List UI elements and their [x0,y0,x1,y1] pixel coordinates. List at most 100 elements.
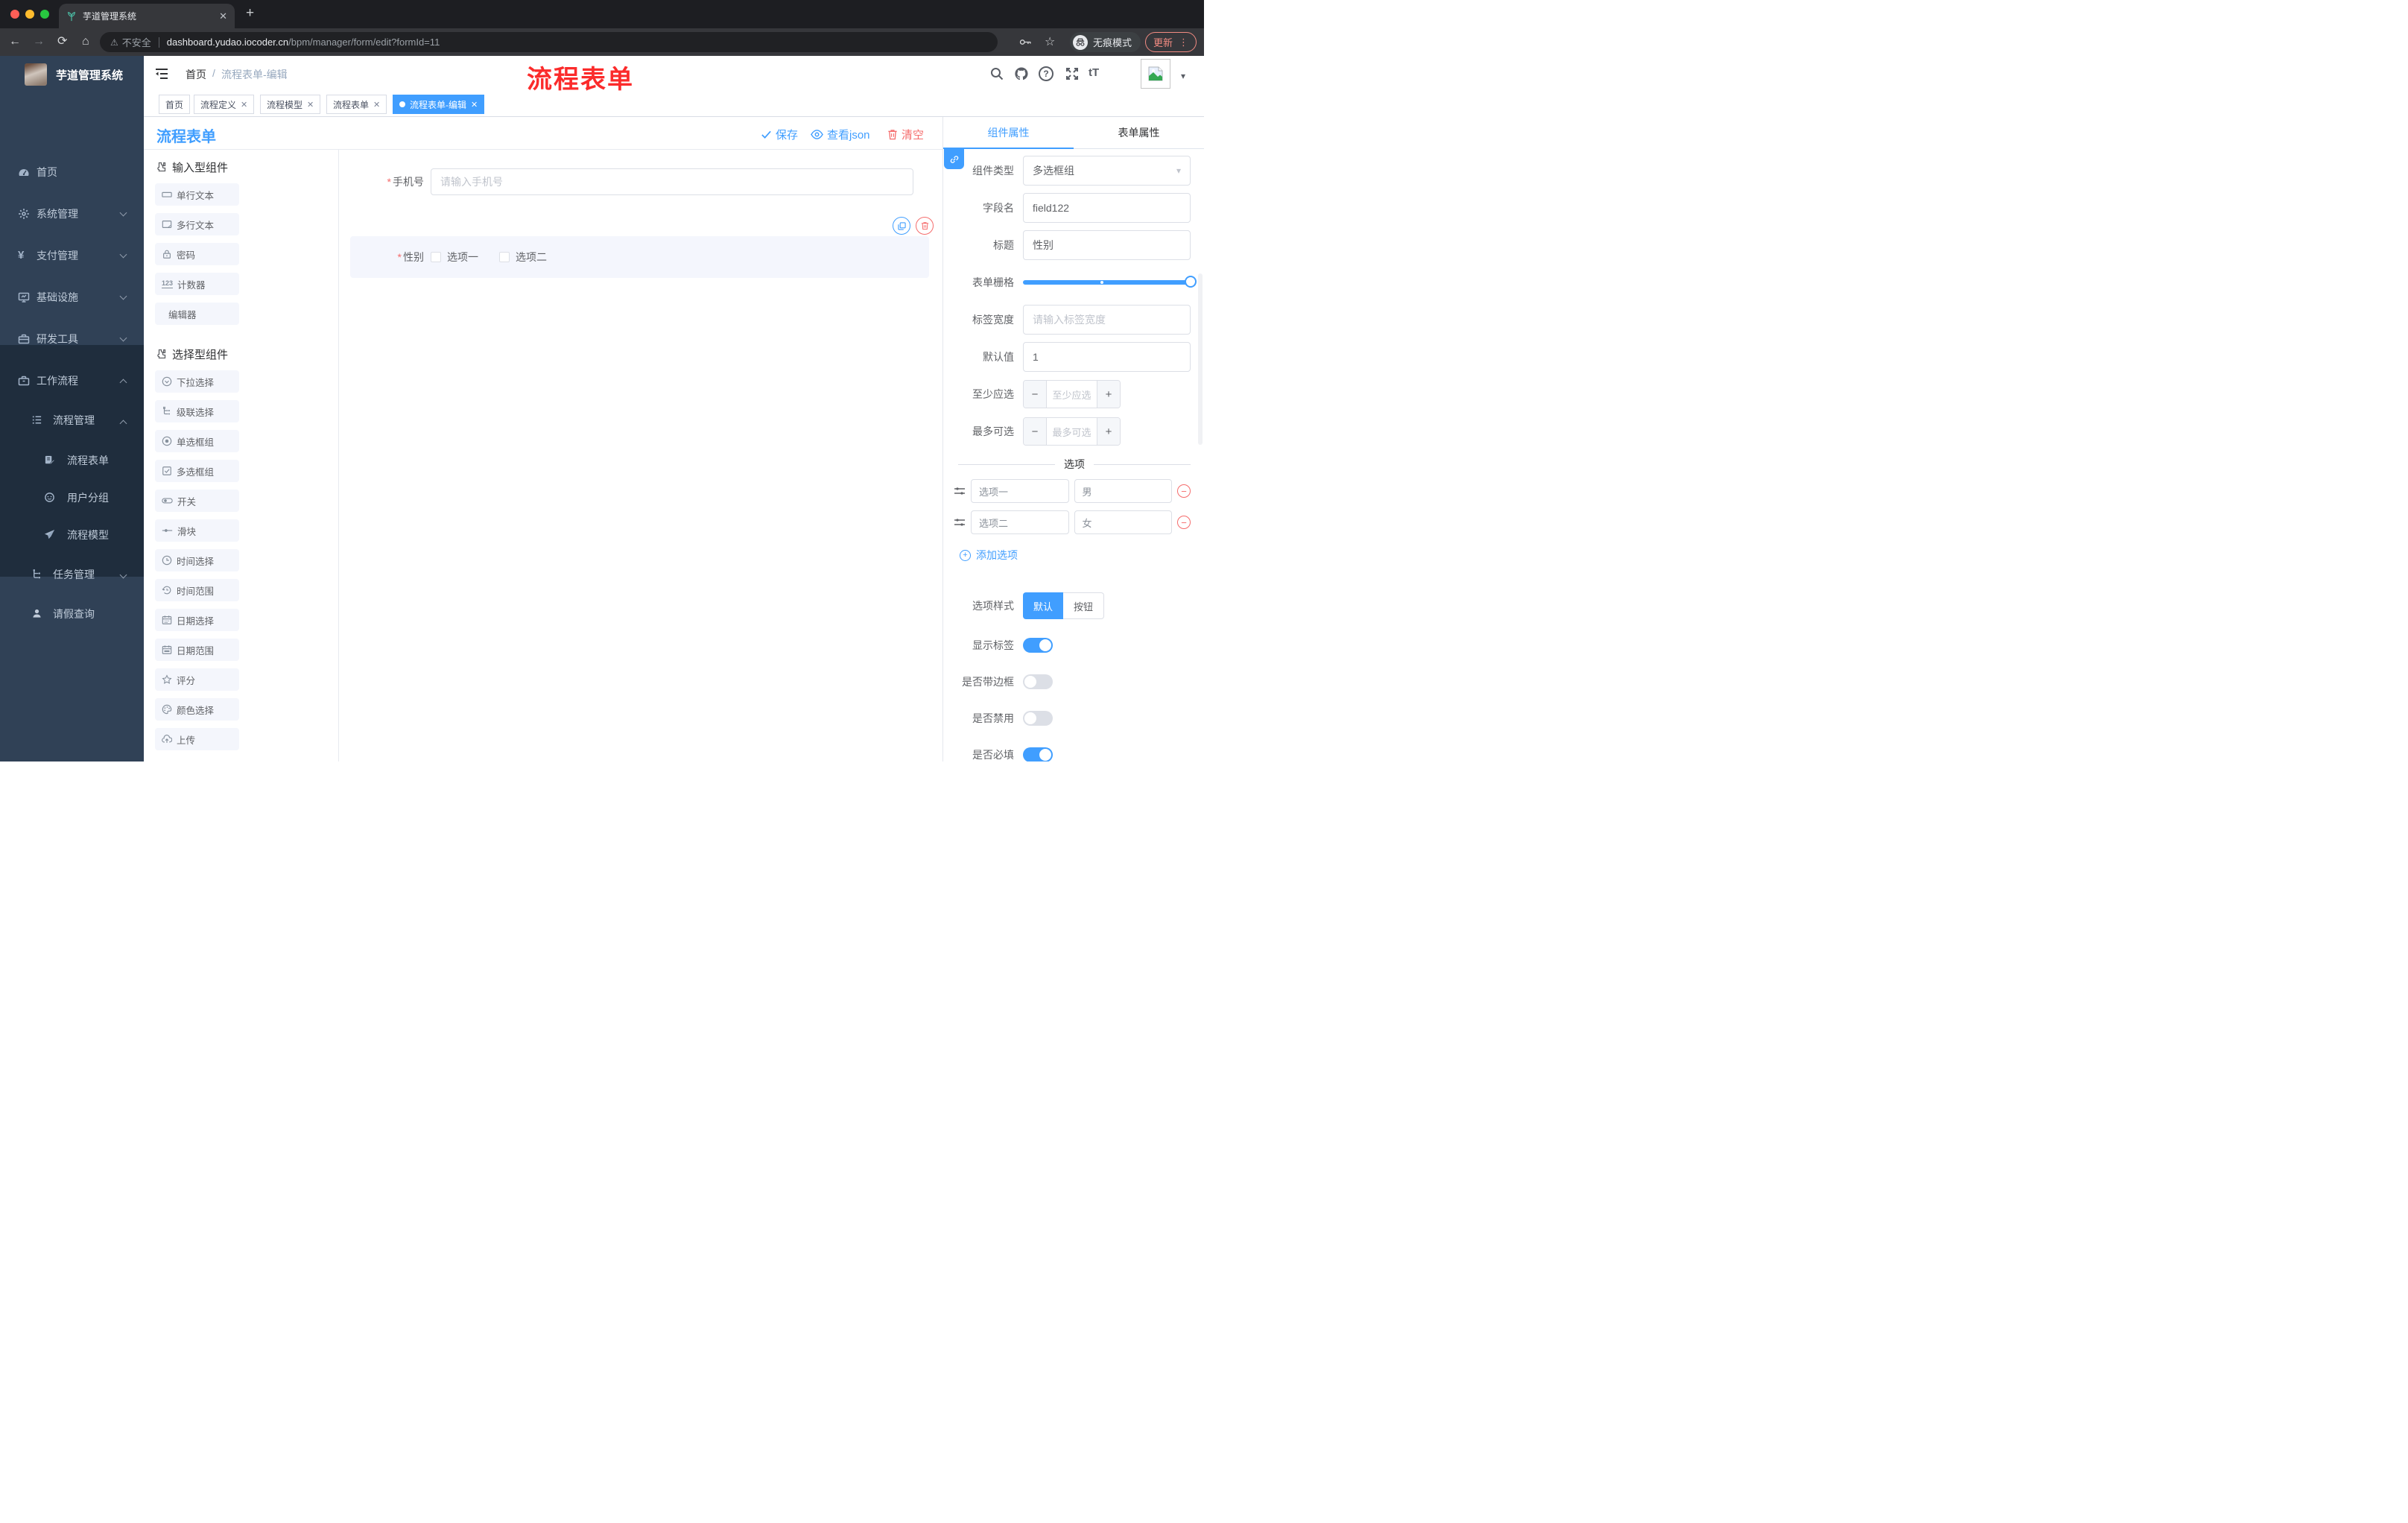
tag-process-form-edit[interactable]: 流程表单-编辑 ✕ [393,95,485,114]
avatar[interactable] [1141,59,1170,89]
sidebar-item-home[interactable]: 首页 [0,152,144,192]
sidebar-item-devtools[interactable]: 研发工具 [0,319,144,359]
github-icon[interactable] [1014,66,1029,81]
option-label-input[interactable]: 选项二 [971,510,1069,534]
show-label-switch[interactable] [1023,638,1053,653]
app-logo[interactable]: 芋道管理系统 [0,56,144,93]
tag-process-form[interactable]: 流程表单 ✕ [326,95,387,114]
add-option-button[interactable]: + 添加选项 [960,548,1191,563]
fullscreen-icon[interactable] [1065,66,1080,81]
option-label-input[interactable]: 选项一 [971,479,1069,503]
phone-field[interactable]: * 手机号 请输入手机号 [339,168,942,195]
decrease-button[interactable]: − [1024,381,1046,408]
view-json-button[interactable]: 查看json [811,127,870,142]
browser-menu-icon[interactable]: ⋮ [1179,37,1188,48]
component-time-picker[interactable]: 时间选择 [155,549,239,571]
label-width-input[interactable]: 请输入标签宽度 [1023,305,1191,335]
option-one-checkbox[interactable] [431,252,441,262]
remove-option-button[interactable]: − [1177,516,1191,529]
home-icon[interactable]: ⌂ [82,35,89,48]
increase-button[interactable]: + [1097,381,1120,408]
form-canvas[interactable]: * 手机号 请输入手机号 * 性别 选项一 选项二 [339,150,942,762]
phone-input[interactable]: 请输入手机号 [431,168,913,195]
component-checkbox-group[interactable]: 多选框组 [155,460,239,482]
component-multi-line-text[interactable]: 多行文本 [155,213,239,235]
close-icon[interactable]: ✕ [471,100,478,110]
sidebar-item-leave-query[interactable]: 请假查询 [0,595,144,633]
default-value-input[interactable]: 1 [1023,342,1191,372]
close-icon[interactable]: ✕ [307,100,314,110]
zoom-window-button[interactable] [40,10,49,19]
key-icon[interactable] [1019,37,1032,48]
minimize-window-button[interactable] [25,10,34,19]
drag-handle-icon[interactable] [954,486,966,496]
scrollbar[interactable] [1198,273,1203,445]
component-single-line-text[interactable]: 单行文本 [155,183,239,206]
component-select[interactable]: 下拉选择 [155,370,239,393]
option-value-input[interactable]: 男 [1074,479,1172,503]
component-counter[interactable]: 123 计数器 [155,273,239,295]
close-icon[interactable]: ✕ [241,100,247,110]
drag-handle-icon[interactable] [954,517,966,528]
style-button-button[interactable]: 按钮 [1063,592,1105,619]
new-tab-button[interactable]: + [246,5,254,22]
font-size-icon[interactable]: tT [1089,66,1103,81]
copy-component-button[interactable] [893,217,910,235]
browser-update-button[interactable]: 更新 ⋮ [1145,32,1197,52]
min-select-input[interactable]: 至少应选 [1046,381,1097,408]
required-switch[interactable] [1023,747,1053,762]
option-value-input[interactable]: 女 [1074,510,1172,534]
sidebar-item-process-management[interactable]: 流程管理 [0,402,144,439]
breadcrumb-home[interactable]: 首页 [186,67,206,82]
component-radio-group[interactable]: 单选框组 [155,430,239,452]
sidebar-item-process-model[interactable]: 流程模型 [0,516,144,554]
component-date-range[interactable]: 日期范围 [155,639,239,661]
search-icon[interactable] [989,66,1004,81]
sidebar-item-system[interactable]: 系统管理 [0,194,144,234]
sidebar-item-user-group[interactable]: 用户分组 [0,479,144,516]
title-input[interactable]: 性别 [1023,230,1191,260]
browser-tab[interactable]: 芋道管理系统 ✕ [59,4,235,28]
sidebar-item-infrastructure[interactable]: 基础设施 [0,277,144,317]
option-two-checkbox[interactable] [499,252,510,262]
bookmark-star-icon[interactable]: ☆ [1045,34,1055,49]
component-rate[interactable]: 评分 [155,668,239,691]
tab-form-props[interactable]: 表单属性 [1074,117,1204,148]
avatar-caret-icon[interactable]: ▾ [1181,71,1185,81]
component-password[interactable]: 密码 [155,243,239,265]
sidebar-item-task-management[interactable]: 任务管理 [0,556,144,593]
option-two-label[interactable]: 选项二 [516,250,547,265]
back-icon[interactable]: ← [9,35,21,48]
component-slider[interactable]: 滑块 [155,519,239,542]
gender-field-selected[interactable]: * 性别 选项一 选项二 [350,217,934,278]
style-default-button[interactable]: 默认 [1023,592,1064,619]
address-bar[interactable]: ⚠ 不安全 dashboard.yudao.iocoder.cn /bpm/ma… [100,32,998,52]
component-time-range[interactable]: 时间范围 [155,579,239,601]
form-grid-slider[interactable] [1023,276,1197,288]
security-label[interactable]: 不安全 [122,35,151,49]
tab-close-icon[interactable]: ✕ [219,10,227,22]
component-color-picker[interactable]: 颜色选择 [155,698,239,721]
component-switch[interactable]: 开关 [155,490,239,512]
component-cascader[interactable]: 级联选择 [155,400,239,422]
component-editor[interactable]: 编辑器 [155,303,239,325]
field-name-input[interactable]: field122 [1023,193,1191,223]
tag-home[interactable]: 首页 [159,95,191,114]
collapse-sidebar-icon[interactable] [154,66,169,81]
sidebar-item-workflow[interactable]: 工作流程 [0,361,144,401]
slider-handle[interactable] [1185,276,1197,288]
option-one-label[interactable]: 选项一 [447,250,478,265]
tag-process-model[interactable]: 流程模型 ✕ [260,95,321,114]
close-icon[interactable]: ✕ [373,100,380,110]
reload-icon[interactable]: ⟳ [57,35,67,48]
component-upload[interactable]: 上传 [155,728,239,750]
clear-button[interactable]: 清空 [887,127,924,142]
component-type-select[interactable]: 多选框组 ▾ [1023,156,1191,186]
tag-process-definition[interactable]: 流程定义 ✕ [194,95,255,114]
forward-icon[interactable]: → [33,35,45,48]
tab-component-props[interactable]: 组件属性 [943,117,1074,148]
increase-button[interactable]: + [1097,418,1120,445]
data-binding-tab[interactable] [944,149,964,169]
component-date-picker[interactable]: 日期选择 [155,609,239,631]
close-window-button[interactable] [10,10,19,19]
